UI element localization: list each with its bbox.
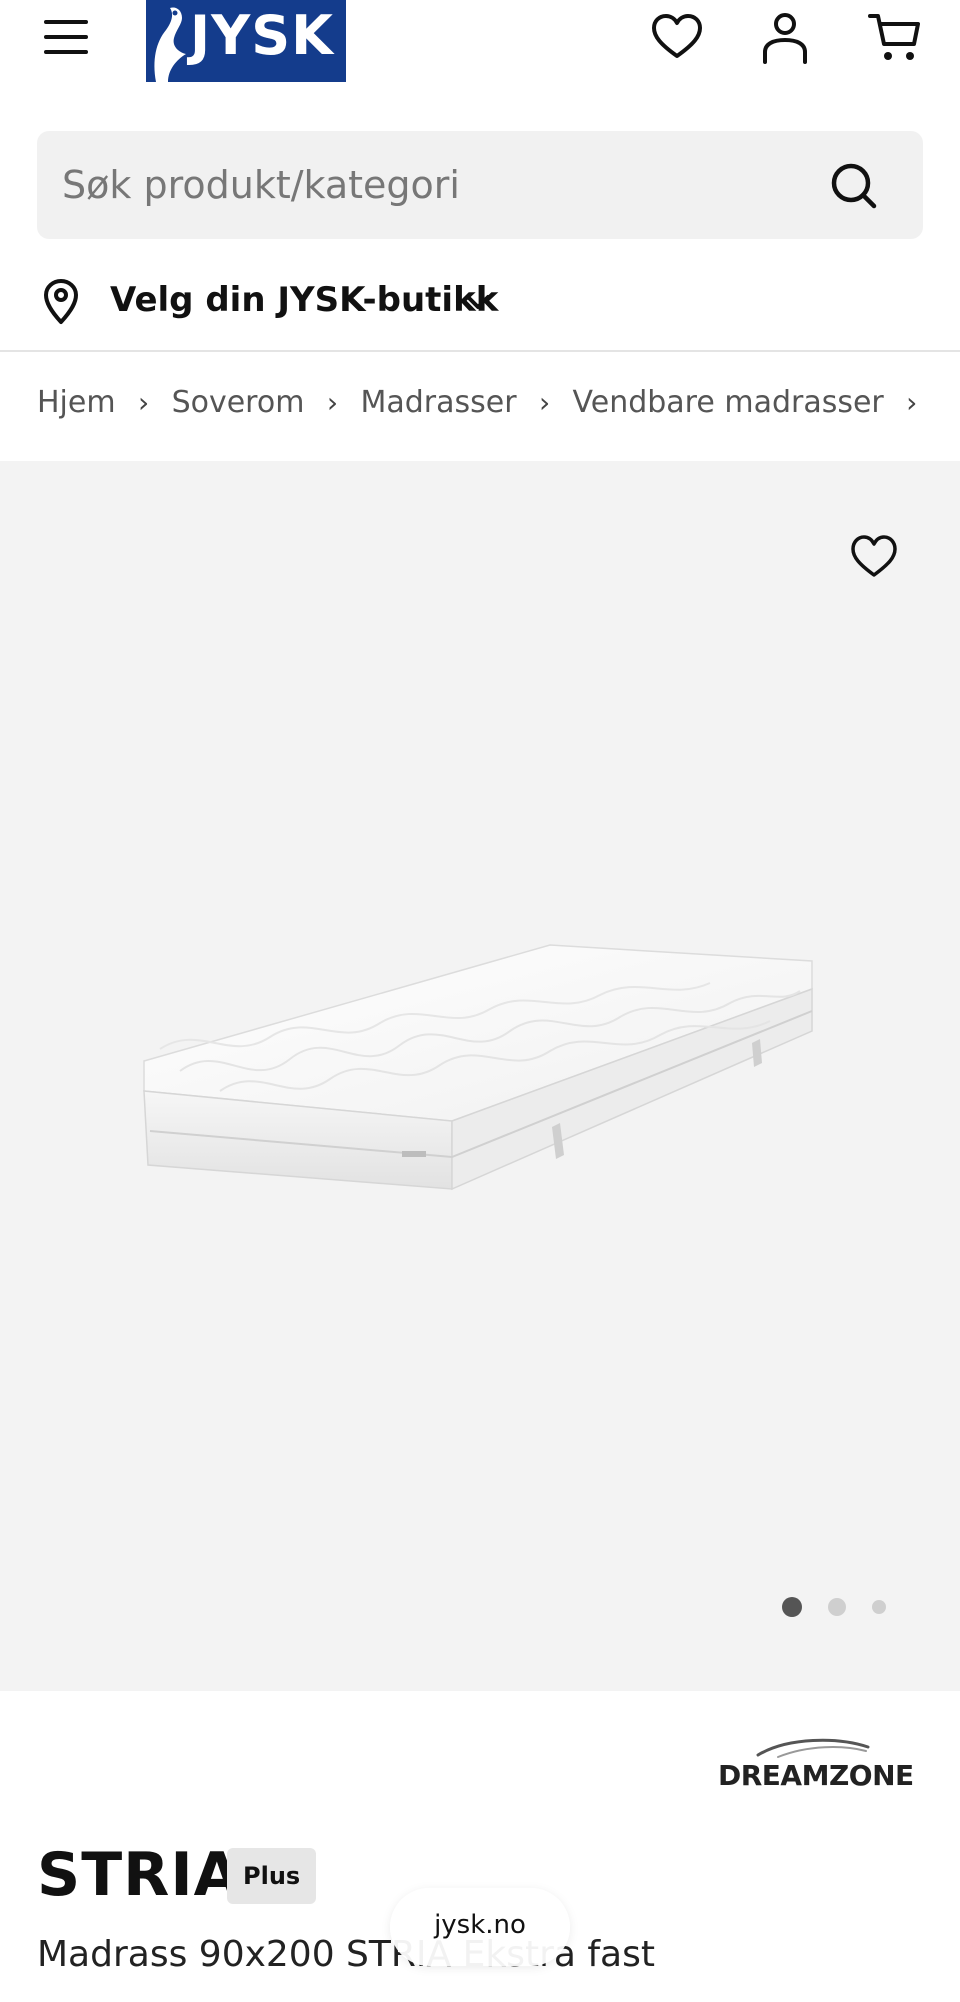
product-gallery[interactable] — [0, 461, 960, 1691]
breadcrumb-item-soverom[interactable]: Soverom — [172, 385, 305, 420]
browser-url-pill[interactable]: jysk.no — [390, 1888, 570, 1966]
store-selector[interactable]: Velg din JYSK-butikk — [0, 262, 960, 350]
breadcrumb-item-hjem[interactable]: Hjem — [37, 385, 116, 420]
hamburger-menu-icon[interactable] — [40, 14, 92, 60]
carousel-dot-3[interactable] — [872, 1600, 886, 1614]
search-bar[interactable]: Søk produkt/kategori — [37, 131, 923, 239]
product-name: STRIA — [37, 1840, 242, 1910]
chevron-down-icon[interactable] — [462, 286, 494, 318]
search-icon[interactable] — [829, 161, 879, 211]
dreamzone-brand-logo: DREAMZONE — [718, 1733, 928, 1793]
carousel-dot-1[interactable] — [782, 1597, 802, 1617]
site-header: JYSK — [0, 0, 960, 92]
breadcrumb-separator: › — [906, 386, 918, 419]
heart-icon[interactable] — [848, 531, 900, 583]
brand-name: DREAMZONE — [718, 1759, 914, 1792]
store-selector-label[interactable]: Velg din JYSK-butikk — [110, 280, 498, 320]
breadcrumb-separator: › — [137, 386, 150, 419]
breadcrumb-item-madrasser[interactable]: Madrasser — [360, 385, 516, 420]
plus-badge: Plus — [227, 1848, 317, 1904]
logo-text: JYSK — [190, 4, 334, 67]
heart-icon[interactable] — [648, 8, 706, 66]
divider — [0, 350, 960, 352]
location-pin-icon — [40, 278, 82, 326]
cart-icon[interactable] — [866, 8, 924, 66]
mattress-product-image — [140, 931, 820, 1221]
search-input[interactable]: Søk produkt/kategori — [62, 163, 460, 207]
user-icon[interactable] — [756, 8, 814, 66]
breadcrumb: Hjem › Soverom › Madrasser › Vendbare madrasse… — [37, 384, 923, 434]
breadcrumb-separator: › — [538, 386, 551, 419]
breadcrumb-separator: › — [326, 386, 339, 419]
breadcrumb-item-vendbare-madrasser[interactable]: Vendbare madrasser — [573, 385, 884, 420]
carousel-dot-2[interactable] — [828, 1598, 846, 1616]
browser-url[interactable]: jysk.no — [390, 1910, 570, 1940]
jysk-logo[interactable]: JYSK — [146, 0, 346, 82]
